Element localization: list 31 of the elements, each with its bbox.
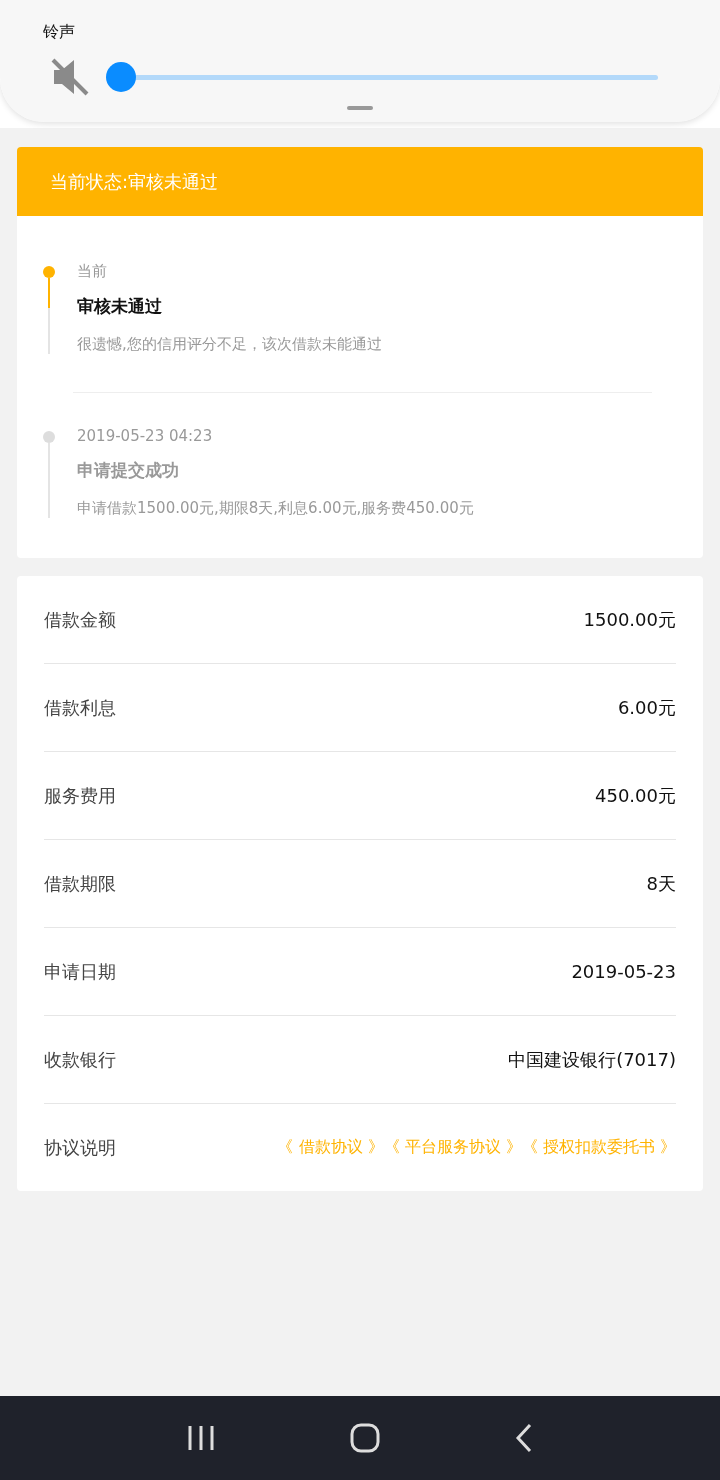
agreement-link[interactable]: 《 平台服务协议 》 <box>383 1137 522 1158</box>
volume-slider[interactable] <box>106 62 658 92</box>
detail-label: 申请日期 <box>44 959 116 984</box>
timeline-title: 申请提交成功 <box>77 459 180 482</box>
timeline-time: 当前 <box>77 262 108 281</box>
back-icon[interactable] <box>514 1423 533 1453</box>
detail-label: 协议说明 <box>44 1135 116 1160</box>
detail-label: 服务费用 <box>44 783 116 808</box>
detail-label: 借款期限 <box>44 871 116 896</box>
panel-handle[interactable] <box>347 106 373 110</box>
status-banner: 当前状态:审核未通过 <box>17 147 703 216</box>
volume-label: 铃声 <box>43 22 75 43</box>
detail-value: 中国建设银行(7017) <box>508 1047 676 1072</box>
detail-value: 8天 <box>646 871 676 896</box>
home-icon[interactable] <box>350 1423 380 1453</box>
timeline-detail: 申请借款1500.00元,期限8天,利息6.00元,服务费450.00元 <box>77 499 475 518</box>
slider-thumb[interactable] <box>106 62 136 92</box>
detail-value: 6.00元 <box>617 695 676 720</box>
timeline-time: 2019-05-23 04:23 <box>77 427 214 445</box>
recent-apps-icon[interactable] <box>187 1425 216 1451</box>
muted-speaker-icon[interactable] <box>50 57 90 97</box>
detail-label: 收款银行 <box>44 1047 116 1072</box>
timeline-title: 审核未通过 <box>77 295 163 318</box>
detail-value: 2019-05-23 <box>571 961 676 982</box>
detail-value: 1500.00元 <box>583 607 676 632</box>
detail-label: 借款金额 <box>44 607 116 632</box>
detail-label: 借款利息 <box>44 695 116 720</box>
agreement-link[interactable]: 《 借款协议 》 <box>277 1137 384 1158</box>
timeline-detail: 很遗憾,您的信用评分不足，该次借款未能通过 <box>77 335 383 354</box>
agreement-link[interactable]: 《 授权扣款委托书 》 <box>521 1137 676 1158</box>
detail-value: 450.00元 <box>595 783 676 808</box>
